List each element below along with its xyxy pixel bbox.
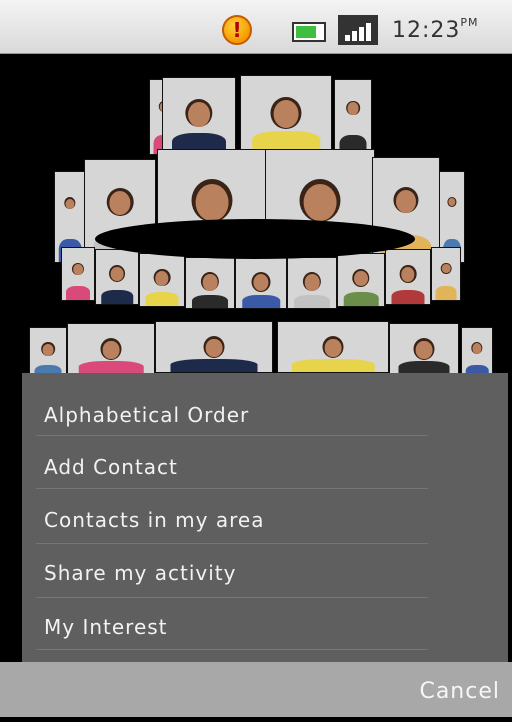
alert-icon[interactable]: ! xyxy=(222,15,252,45)
contact-photo[interactable] xyxy=(156,322,272,372)
contact-photo[interactable] xyxy=(186,258,234,308)
cancel-button[interactable]: Cancel xyxy=(419,662,500,717)
contact-photo[interactable] xyxy=(30,328,66,378)
contact-photo[interactable] xyxy=(163,78,235,152)
cancel-bar: Cancel xyxy=(0,662,512,717)
contact-photo[interactable] xyxy=(68,324,154,374)
contact-photo[interactable] xyxy=(390,324,458,374)
signal-icon xyxy=(338,15,378,45)
options-menu: Alphabetical Order Add Contact Contacts … xyxy=(22,373,508,662)
battery-icon xyxy=(292,22,326,42)
contact-photo[interactable] xyxy=(335,80,371,154)
contact-photo[interactable] xyxy=(140,254,184,306)
clock: 12:23PM xyxy=(392,16,479,43)
contact-photo[interactable] xyxy=(338,254,384,306)
contact-photo[interactable] xyxy=(96,250,138,304)
contact-photo-carousel[interactable] xyxy=(0,54,512,378)
ring-shadow xyxy=(95,219,415,259)
contact-photo[interactable] xyxy=(62,248,94,300)
contact-photo[interactable] xyxy=(386,250,430,304)
contact-photo[interactable] xyxy=(241,76,331,150)
menu-item-contacts-in-my-area[interactable]: Contacts in my area xyxy=(44,494,428,546)
clock-time: 12:23 xyxy=(392,18,461,43)
menu-item-alphabetical-order[interactable]: Alphabetical Order xyxy=(44,389,428,441)
clock-ampm: PM xyxy=(460,16,479,29)
menu-divider xyxy=(36,488,428,489)
menu-divider xyxy=(36,543,428,544)
contact-photo[interactable] xyxy=(432,248,460,300)
contact-photo[interactable] xyxy=(236,258,286,308)
menu-divider xyxy=(36,435,428,436)
status-bar: ! 12:23PM xyxy=(0,0,512,54)
contact-photo[interactable] xyxy=(462,328,492,378)
contact-photo[interactable] xyxy=(278,322,388,372)
contact-photo[interactable] xyxy=(288,258,336,308)
menu-divider xyxy=(36,649,428,650)
menu-item-add-contact[interactable]: Add Contact xyxy=(44,441,428,493)
menu-divider xyxy=(36,597,428,598)
menu-item-share-my-activity[interactable]: Share my activity xyxy=(44,547,428,599)
menu-item-my-interest[interactable]: My Interest xyxy=(44,601,428,653)
